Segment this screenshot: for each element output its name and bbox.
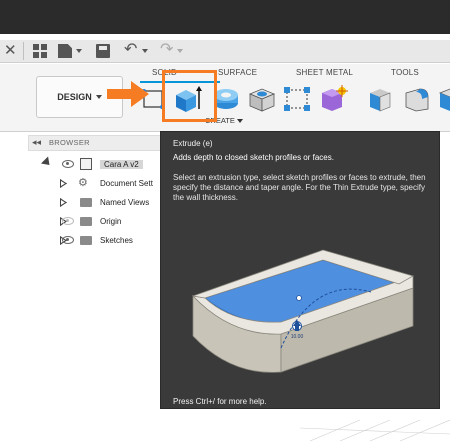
folder-icon (80, 217, 92, 226)
press-pull-icon[interactable] (364, 85, 394, 113)
pattern-icon[interactable] (282, 85, 312, 113)
visibility-icon[interactable] (62, 160, 74, 168)
expand-caret-icon[interactable] (60, 179, 67, 188)
workspace-label: DESIGN (57, 92, 92, 102)
gear-icon: ⚙ (78, 177, 88, 189)
expand-caret-icon[interactable] (60, 198, 67, 207)
tooltip-summary: Adds depth to closed sketch profiles or … (173, 153, 334, 162)
chevron-down-icon (95, 95, 102, 99)
tab-surface[interactable]: SURFACE (218, 68, 257, 77)
tree-item-label: Document Sett (100, 179, 153, 188)
tree-item-label: Sketches (100, 236, 133, 245)
collapse-icon[interactable]: ◂◂ (32, 137, 41, 148)
tooltip-description: Select an extrusion type, select sketch … (173, 173, 426, 202)
file-icon[interactable] (58, 44, 72, 58)
tab-sheet-metal[interactable]: SHEET METAL (296, 68, 353, 77)
tree-item-named-views[interactable]: Named Views (40, 195, 170, 211)
chevron-down-icon[interactable] (76, 49, 82, 53)
close-icon[interactable]: ✕ (4, 43, 17, 59)
folder-icon (80, 198, 92, 207)
grid-icon[interactable] (33, 44, 47, 58)
chevron-down-icon (236, 119, 243, 124)
extrude-highlight-box (162, 70, 217, 122)
toolbar-divider (23, 42, 24, 60)
viewport-grid (300, 420, 450, 441)
extrude-illustration: 10.00 (173, 216, 431, 396)
chevron-down-icon[interactable] (142, 49, 148, 53)
tab-tools[interactable]: TOOLS (391, 68, 419, 77)
tooltip-title: Extrude (e) (173, 139, 213, 148)
pointer-arrow-icon (107, 81, 149, 107)
visibility-icon[interactable] (62, 236, 74, 244)
tree-item-origin[interactable]: Origin (40, 214, 170, 230)
tree-item-label: Cara A v2 (100, 160, 143, 169)
redo-icon[interactable]: ↷ (160, 41, 173, 59)
browser-header[interactable]: ◂◂ BROWSER (28, 135, 168, 151)
tree-item-sketches[interactable]: Sketches (40, 233, 170, 249)
tree-item-label: Origin (100, 217, 122, 226)
tree-item-root[interactable]: Cara A v2 (40, 156, 170, 173)
browser-title: BROWSER (49, 138, 90, 147)
visibility-off-icon[interactable] (62, 217, 74, 225)
fillet-icon[interactable] (402, 85, 432, 113)
fusion-window: ✕ ↶ ↷ DESIGN SOLID SURFACE SHEET METAL T… (0, 0, 450, 441)
tree-item-label: Named Views (100, 198, 150, 207)
expanded-caret-icon[interactable] (40, 156, 54, 169)
distance-value: 10.00 (291, 334, 304, 340)
hole-icon[interactable] (246, 85, 276, 113)
chevron-down-icon[interactable] (177, 49, 183, 53)
component-icon (80, 158, 92, 170)
tooltip-footer: Press Ctrl+/ for more help. (173, 397, 267, 406)
ribbon-toolbar: DESIGN SOLID SURFACE SHEET METAL TOOLS C… (0, 64, 450, 132)
save-icon[interactable] (96, 44, 110, 58)
folder-icon (80, 236, 92, 245)
create-form-icon[interactable] (318, 85, 348, 113)
tree-item-document-settings[interactable]: ⚙ Document Sett (40, 176, 170, 192)
undo-icon[interactable]: ↶ (124, 41, 137, 59)
title-bar (0, 0, 450, 34)
extrude-tooltip: Extrude (e) Adds depth to closed sketch … (160, 131, 440, 409)
shell-icon[interactable] (438, 85, 450, 113)
quick-access-toolbar: ✕ ↶ ↷ (0, 40, 450, 63)
